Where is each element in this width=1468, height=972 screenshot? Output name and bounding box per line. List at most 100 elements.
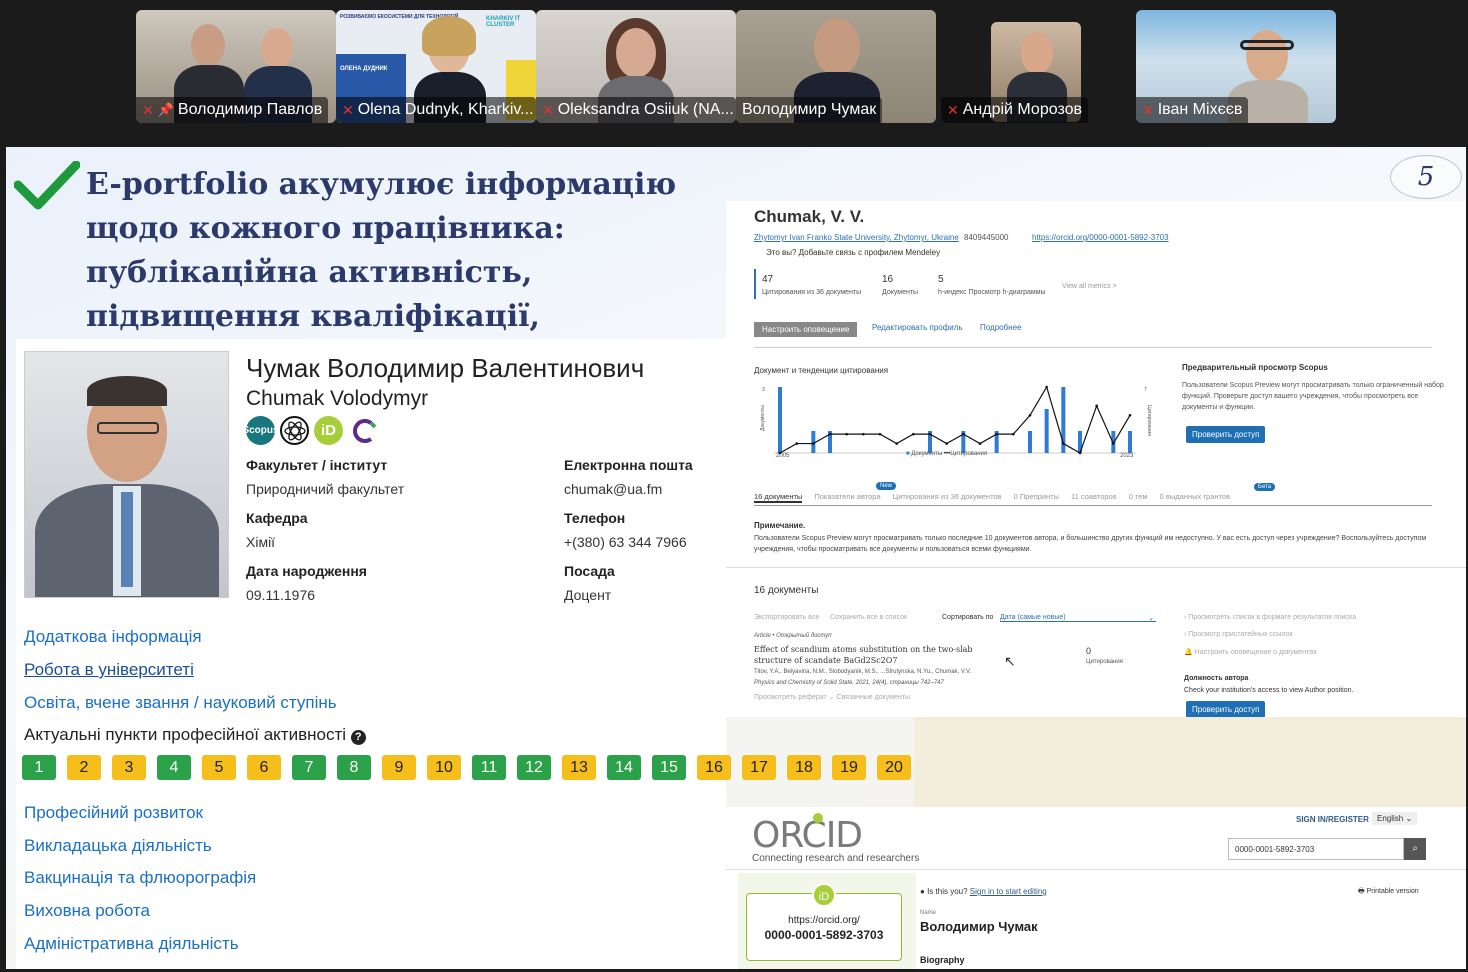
pin-icon: 📌 (157, 102, 174, 117)
scopus-affiliation[interactable]: Zhytomyr Ivan Franko State University, Z… (754, 233, 959, 242)
side-link[interactable]: 🔔 Настроить оповещение о документах (1184, 648, 1317, 656)
muted-mic-icon: ✕ (142, 101, 154, 118)
link-educational-work[interactable]: Виховна робота (24, 901, 150, 921)
scopus-author-name: Chumak, V. V. (754, 207, 865, 226)
activity-item-18[interactable]: 18 (787, 755, 821, 780)
participant-tile[interactable]: ✕ 📌 Володимир Павлов (136, 10, 336, 123)
edit-profile-link[interactable]: Редактировать профиль (872, 323, 963, 332)
note-title: Примечание. (754, 521, 806, 530)
scopus-tab[interactable]: Показатели автора (814, 492, 880, 503)
scopus-tab[interactable]: 0 выданных грантов (1160, 492, 1230, 503)
side-link[interactable]: › Просмотр пристатейных ссылок (1184, 631, 1293, 638)
chart-legend: ■ Документы •••Цитирования (906, 451, 988, 457)
scopus-tab[interactable]: 0 тем (1129, 492, 1148, 503)
activity-item-1[interactable]: 1 (22, 755, 56, 780)
side-link[interactable]: › Просмотреть список в формате результат… (1184, 614, 1356, 621)
activity-item-4[interactable]: 4 (157, 755, 191, 780)
doc-citations-label: Цитирования (1086, 659, 1123, 665)
scopus-preview-box: Предварительный просмотр Scopus Пользова… (1182, 363, 1452, 413)
activity-item-11[interactable]: 11 (472, 755, 506, 780)
help-circle-icon[interactable]: ? (350, 730, 366, 745)
activity-item-17[interactable]: 17 (742, 755, 776, 780)
activity-item-8[interactable]: 8 (337, 755, 371, 780)
activity-item-12[interactable]: 12 (517, 755, 551, 780)
doc-citations-count: 0 (1086, 646, 1092, 656)
activity-item-10[interactable]: 10 (427, 755, 461, 780)
activity-item-14[interactable]: 14 (607, 755, 641, 780)
link-teaching[interactable]: Викладацька діяльність (24, 836, 212, 856)
participant-name: Іван Міхєєв (1157, 101, 1243, 118)
position-value: Доцент (564, 587, 612, 603)
publons-icon (352, 418, 376, 443)
check-access-button-2[interactable]: Проверить доступ (1186, 701, 1266, 718)
phone-label: Телефон (564, 510, 626, 526)
sort-label: Сортировать по (942, 614, 994, 621)
citations-point (978, 442, 982, 445)
scopus-badge-icon[interactable]: Scopus (242, 416, 279, 445)
divider (754, 505, 1432, 506)
metric-label: Документы (882, 289, 919, 296)
side-link-text: Просмотр пристатейных ссылок (1188, 631, 1293, 638)
activity-item-7[interactable]: 7 (292, 755, 326, 780)
export-all-link[interactable]: Экспортировать все (754, 614, 819, 621)
doc-title[interactable]: Effect of scandium atoms substitution on… (754, 644, 994, 666)
activity-item-13[interactable]: 13 (562, 755, 596, 780)
orcid-logo[interactable]: ORCID (752, 815, 863, 856)
participant-tile[interactable]: ✕ Іван Міхєєв (1136, 10, 1336, 123)
activity-item-3[interactable]: 3 (112, 755, 146, 780)
scopus-orcid-link[interactable]: https://orcid.org/0000-0001-5892-3703 (1032, 233, 1169, 242)
participant-tile-active-speaker[interactable]: Володимир Чумак (736, 10, 936, 123)
save-all-link[interactable]: Сохранить все в список (830, 614, 907, 621)
researchgate-atom-icon[interactable] (280, 416, 309, 445)
check-access-button[interactable]: Проверить доступ (1186, 426, 1266, 443)
doc-links[interactable]: Просмотреть реферат ⌄ Связанные документ… (754, 693, 910, 701)
activity-item-2[interactable]: 2 (67, 755, 101, 780)
scopus-tab[interactable]: Цитирования из 36 документов (893, 492, 1002, 503)
slide-page-number: 5 (1390, 155, 1462, 199)
headset-icon (1240, 40, 1294, 50)
participant-tile[interactable]: РОЗВИВАЄМО ЕКОСИСТЕМИ ДЛЯ ТЕХНОЛОГІЙ KHA… (336, 10, 536, 123)
link-administrative[interactable]: Адміністративна діяльність (24, 934, 239, 954)
chevron-down-icon: ⌄ (1148, 615, 1154, 622)
activity-item-9[interactable]: 9 (382, 755, 416, 780)
activity-item-19[interactable]: 19 (832, 755, 866, 780)
sign-in-edit-link[interactable]: Sign in to start editing (970, 887, 1047, 896)
dept-value: Хімії (246, 534, 276, 550)
side-link-text: Настроить оповещение о документах (1194, 649, 1317, 656)
more-link[interactable]: Подробнее (980, 323, 1022, 332)
cluster-logo-text: KHARKIV IT CLUSTER (486, 16, 521, 28)
scopus-mendeley-link[interactable]: Это вы? Добавьте связь с профилем Mendel… (766, 248, 940, 257)
orcid-id-url[interactable]: https://orcid.org/ (746, 915, 902, 926)
search-icon[interactable]: ⌕ (1404, 838, 1426, 860)
link-university-work[interactable]: Робота в університеті (24, 660, 194, 680)
activity-item-6[interactable]: 6 (247, 755, 281, 780)
scopus-tab[interactable]: 16 документы (754, 492, 803, 503)
participant-tile[interactable]: ✕ Oleksandra Osiiuk (NA... (536, 10, 736, 123)
participant-tile[interactable]: ✕ Андрій Морозов (941, 10, 1091, 123)
doc-type: Article • Открытый доступ (754, 633, 832, 639)
link-professional-development[interactable]: Професійний розвиток (24, 803, 203, 823)
link-education-degree[interactable]: Освіта, вчене звання / науковий ступінь (24, 693, 337, 713)
scopus-tab[interactable]: 0 Препринты (1014, 492, 1059, 503)
citations-point (1045, 385, 1048, 389)
activity-item-20[interactable]: 20 (877, 755, 911, 780)
link-additional-info[interactable]: Додаткова інформація (24, 627, 202, 647)
publons-badge-icon[interactable] (348, 416, 377, 445)
link-vaccination[interactable]: Вакцинація та флюорографія (24, 868, 256, 888)
alert-button[interactable]: Настроить оповещение (754, 322, 858, 337)
scopus-tab[interactable]: 11 соавторов (1071, 492, 1117, 503)
orcid-badge-icon[interactable]: iD (314, 416, 343, 445)
language-select[interactable]: English ⌄ (1372, 812, 1418, 825)
activity-item-5[interactable]: 5 (202, 755, 236, 780)
sign-in-register-link[interactable]: SIGN IN/REGISTER (1296, 815, 1369, 824)
activity-item-15[interactable]: 15 (652, 755, 686, 780)
activity-item-16[interactable]: 16 (697, 755, 731, 780)
orcid-search-input[interactable]: 0000-0001-5892-3703 (1228, 838, 1404, 860)
citations-point (845, 432, 848, 436)
email-value[interactable]: chumak@ua.fm (564, 481, 662, 497)
orcid-id-value[interactable]: 0000-0001-5892-3703 (746, 928, 902, 942)
profile-photo (24, 351, 229, 598)
printable-version-link[interactable]: 🖶 Printable version (1358, 887, 1419, 898)
sort-select[interactable]: Дата (самые новые) ⌄ (1000, 614, 1156, 622)
view-all-metrics-link[interactable]: View all metrics > (1062, 283, 1117, 290)
